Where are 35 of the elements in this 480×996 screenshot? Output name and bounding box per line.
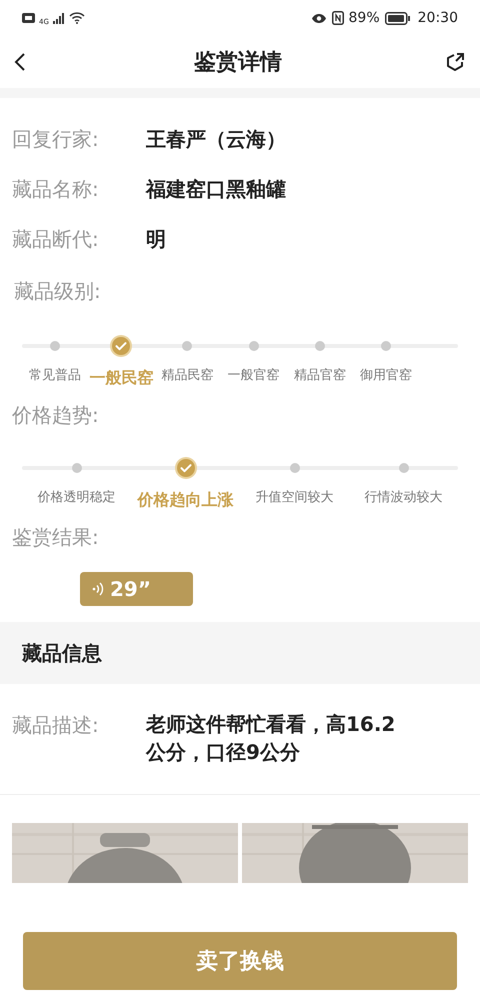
field-label: 藏品描述: bbox=[12, 712, 100, 739]
field-label: 藏品断代: bbox=[12, 226, 100, 253]
step-label: 常见普品 bbox=[29, 366, 82, 385]
eye-icon bbox=[310, 12, 327, 24]
battery-icon bbox=[384, 12, 411, 24]
field-label: 藏品名称: bbox=[12, 176, 100, 203]
step-label: 一般官窑 bbox=[228, 367, 280, 385]
sell-button[interactable]: 卖了换钱 bbox=[23, 932, 457, 990]
section-title: 藏品信息 bbox=[22, 640, 102, 667]
step-label: 价格趋向上涨 bbox=[138, 489, 234, 511]
section-label: 鉴赏结果: bbox=[12, 525, 99, 549]
signal-icon bbox=[52, 12, 65, 24]
page-title: 鉴赏详情 bbox=[194, 48, 282, 76]
wifi-icon bbox=[68, 12, 85, 24]
sound-wave-icon bbox=[92, 582, 104, 596]
section-label: 价格趋势: bbox=[12, 403, 99, 427]
step-label: 精品民窑 bbox=[161, 367, 214, 385]
field-value: 明 bbox=[146, 226, 166, 253]
step-label: 一般民窑 bbox=[89, 367, 154, 389]
section-label: 藏品级别: bbox=[14, 279, 101, 303]
hd-icon bbox=[22, 13, 35, 23]
step-label: 价格透明稳定 bbox=[38, 489, 116, 507]
step-label: 升值空间较大 bbox=[256, 489, 334, 507]
field-value: 福建窑口黑釉罐 bbox=[146, 176, 286, 203]
step-label: 御用官窑 bbox=[360, 367, 412, 385]
voice-message-button[interactable]: 29” bbox=[80, 572, 193, 606]
step-label: 精品官窑 bbox=[294, 367, 346, 385]
field-value: 王春严（云海） bbox=[146, 126, 286, 153]
field-label: 回复行家: bbox=[12, 126, 100, 153]
battery-percent: 89% bbox=[348, 8, 380, 28]
nfc-icon bbox=[332, 11, 344, 25]
share-button[interactable] bbox=[444, 50, 466, 74]
description-text: 老师这件帮忙看看，高16.2公分，口径9公分 bbox=[146, 711, 396, 766]
step-label: 行情波动较大 bbox=[364, 489, 442, 507]
clock: 20:30 bbox=[418, 8, 458, 28]
